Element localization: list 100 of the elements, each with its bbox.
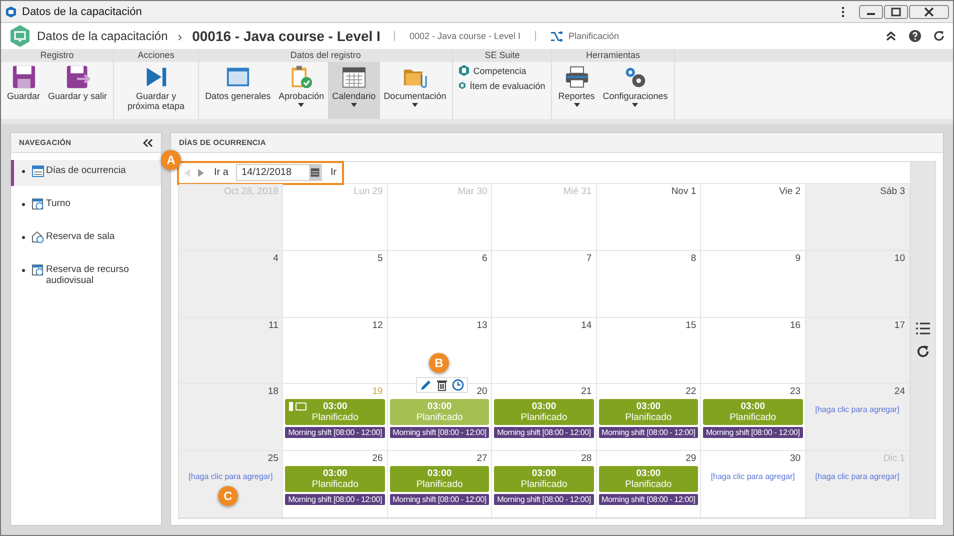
dropdown-caret-icon — [412, 103, 418, 107]
refresh-icon[interactable] — [916, 345, 930, 358]
ribbon-button[interactable]: Configuraciones — [598, 62, 672, 119]
shift-tag: Morning shift [08:00 - 12:00] — [390, 427, 490, 438]
day-label: 20 — [476, 385, 488, 400]
window-title: Datos de la capacitación — [22, 6, 142, 18]
day-label: 11 — [268, 318, 280, 333]
event-status: Planificado — [312, 479, 358, 490]
day-label: 18 — [266, 385, 280, 400]
event-status: Planificado — [625, 479, 672, 490]
day-label: 6 — [480, 252, 488, 266]
shift-tag: Morning shift [08:00 - 12:00] — [703, 427, 803, 438]
day-label: 29 — [684, 452, 698, 466]
day-label: Mié 31 — [562, 185, 593, 199]
event-flags-icon — [289, 402, 308, 412]
app-icon — [5, 6, 17, 18]
event-time: 03:00 — [636, 401, 661, 412]
day-label: Vie 2 — [778, 185, 802, 199]
shift-tag: Morning shift [08:00 - 12:00] — [598, 427, 698, 438]
day-label: 15 — [684, 318, 698, 333]
delete-icon[interactable] — [436, 379, 448, 392]
event-time: 03:00 — [427, 401, 452, 412]
day-label: 13 — [476, 318, 488, 333]
record-subtitle: 0002 - Java course - Level I — [409, 31, 520, 41]
shift-tag: Morning shift [08:00 - 12:00] — [494, 427, 594, 438]
maximize-icon[interactable] — [884, 4, 908, 18]
shift-tag: Morning shift [08:00 - 12:00] — [390, 494, 490, 506]
ribbon-button[interactable]: Documentación — [380, 62, 450, 119]
event-time: 03:00 — [322, 401, 348, 412]
record-title: 00016 - Java course - Level I — [192, 28, 380, 44]
ribbon-button[interactable]: Guardar y salir — [44, 62, 112, 119]
add-link[interactable]: [haga clic para agregar] — [815, 405, 900, 414]
event-time: 03:00 — [532, 401, 556, 412]
ribbon-button[interactable]: Reportes — [554, 62, 599, 119]
calendar-icon[interactable] — [309, 165, 322, 180]
shuffle-icon — [550, 30, 562, 42]
nav-item[interactable]: Reserva de sala — [11, 226, 161, 252]
day-label: 14 — [580, 318, 593, 333]
dropdown-caret-icon — [298, 103, 304, 107]
nav-item[interactable]: Turno — [11, 193, 161, 219]
day-label: 28 — [580, 452, 593, 466]
help-icon[interactable] — [909, 30, 921, 42]
date-field[interactable]: 14/12/2018 — [236, 164, 322, 181]
event-status: Planificado — [416, 412, 463, 424]
collapse-icon[interactable] — [885, 30, 897, 42]
shift-tag: Morning shift [08:00 - 12:00] — [598, 494, 698, 506]
calendar-clock-icon — [32, 264, 44, 276]
nav-item[interactable]: Días de ocurrencia — [11, 160, 161, 186]
list-icon[interactable] — [916, 322, 930, 335]
ribbon-link[interactable]: Ítem de evaluación — [459, 80, 546, 91]
day-label: 9 — [794, 252, 802, 266]
gears-icon — [623, 65, 648, 89]
day-label: Lun 29 — [352, 185, 384, 199]
add-link[interactable]: [haga clic para agregar] — [815, 472, 900, 482]
day-label: 16 — [788, 318, 802, 333]
breadcrumb-link[interactable]: Datos de la capacitación — [37, 29, 168, 43]
planning-link[interactable]: Planificación — [568, 31, 620, 41]
add-link[interactable]: [haga clic para agregar] — [710, 472, 795, 482]
ribbon-button[interactable]: Guardar y próxima etapa — [116, 62, 196, 119]
clipboard-check-icon — [289, 65, 314, 89]
event-status: Planificado — [520, 412, 568, 424]
hexagon-icon — [459, 65, 470, 76]
day-label: 12 — [371, 318, 384, 333]
day-label: 8 — [690, 252, 698, 266]
collapse-left-icon[interactable] — [143, 138, 153, 146]
day-label: Nov 1 — [670, 185, 698, 199]
day-label: 5 — [376, 252, 384, 266]
ribbon-link[interactable]: Competencia — [459, 65, 546, 76]
calendar-icon — [32, 165, 44, 177]
ribbon-group-title: Datos del registro — [199, 49, 452, 62]
day-label: 27 — [476, 452, 488, 466]
calendar-icon — [342, 65, 366, 89]
close-icon[interactable] — [909, 4, 949, 18]
building-clock-icon — [32, 231, 44, 243]
next-icon[interactable] — [198, 168, 204, 176]
nav-item[interactable]: Reserva de recurso audiovisual — [11, 259, 161, 291]
edit-icon[interactable] — [420, 379, 432, 392]
calendar-clock-icon — [32, 198, 44, 210]
ribbon-button[interactable]: Guardar — [3, 62, 44, 119]
go-button[interactable]: Ir — [330, 167, 337, 178]
event-time: 03:00 — [532, 468, 556, 480]
clock-icon[interactable] — [452, 379, 464, 392]
shift-tag: Morning shift [08:00 - 12:00] — [494, 494, 594, 506]
day-label: 30 — [788, 452, 802, 466]
day-label: Mar 30 — [456, 185, 488, 199]
ribbon-button[interactable]: Datos generales — [201, 62, 275, 119]
more-icon[interactable] — [841, 6, 845, 18]
day-label: 4 — [272, 252, 280, 266]
day-label: 22 — [684, 385, 698, 400]
ribbon-button[interactable]: Aprobación — [274, 62, 328, 119]
shift-tag: Morning shift [08:00 - 12:00] — [285, 494, 385, 506]
event-time: 03:00 — [322, 468, 348, 480]
day-label: 19 — [371, 385, 384, 400]
minimize-icon[interactable] — [859, 4, 883, 18]
add-link[interactable]: [haga clic para agregar] — [188, 472, 273, 482]
refresh-icon[interactable] — [933, 30, 945, 42]
window-icon — [226, 65, 250, 89]
dropdown-caret-icon — [574, 103, 580, 107]
ribbon-button[interactable]: Calendario — [328, 62, 380, 119]
event-status: Planificado — [312, 412, 358, 424]
